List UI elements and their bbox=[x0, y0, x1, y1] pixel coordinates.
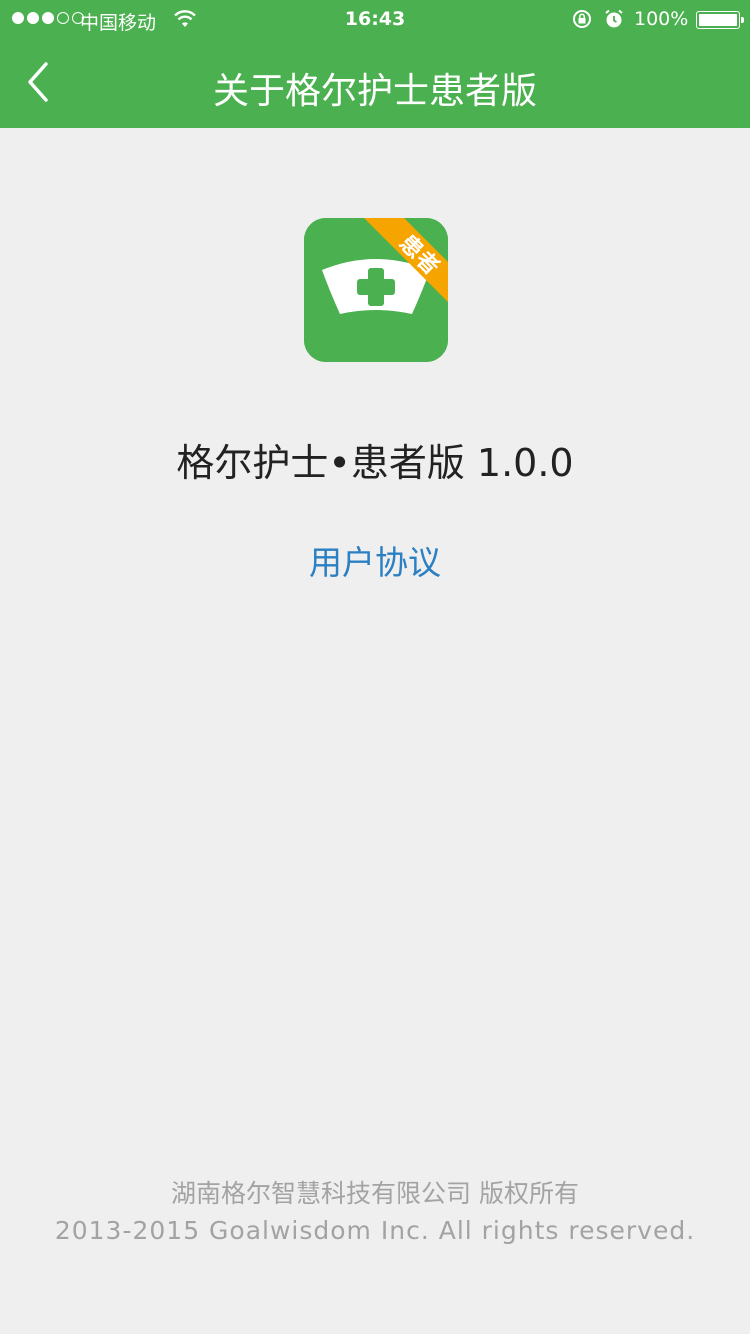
user-agreement-link[interactable]: 用户协议 bbox=[0, 536, 750, 584]
navigation-header: 中国移动 16:43 100% 关于格尔护士患者版 bbox=[0, 0, 750, 128]
rotation-lock-icon bbox=[573, 10, 591, 28]
battery-percentage: 100% bbox=[634, 8, 689, 30]
app-version-label: 格尔护士•患者版 1.0.0 bbox=[176, 441, 574, 485]
page-title: 关于格尔护士患者版 bbox=[212, 71, 537, 112]
app-logo: 患者 bbox=[304, 218, 448, 362]
status-bar: 中国移动 16:43 100% bbox=[0, 0, 750, 40]
footer-copyright: 2013-2015 Goalwisdom Inc. All rights res… bbox=[54, 1216, 696, 1245]
footer-company: 湖南格尔智慧科技有限公司 版权所有 bbox=[171, 1179, 579, 1208]
alarm-icon bbox=[605, 9, 623, 28]
battery-icon bbox=[696, 11, 744, 29]
